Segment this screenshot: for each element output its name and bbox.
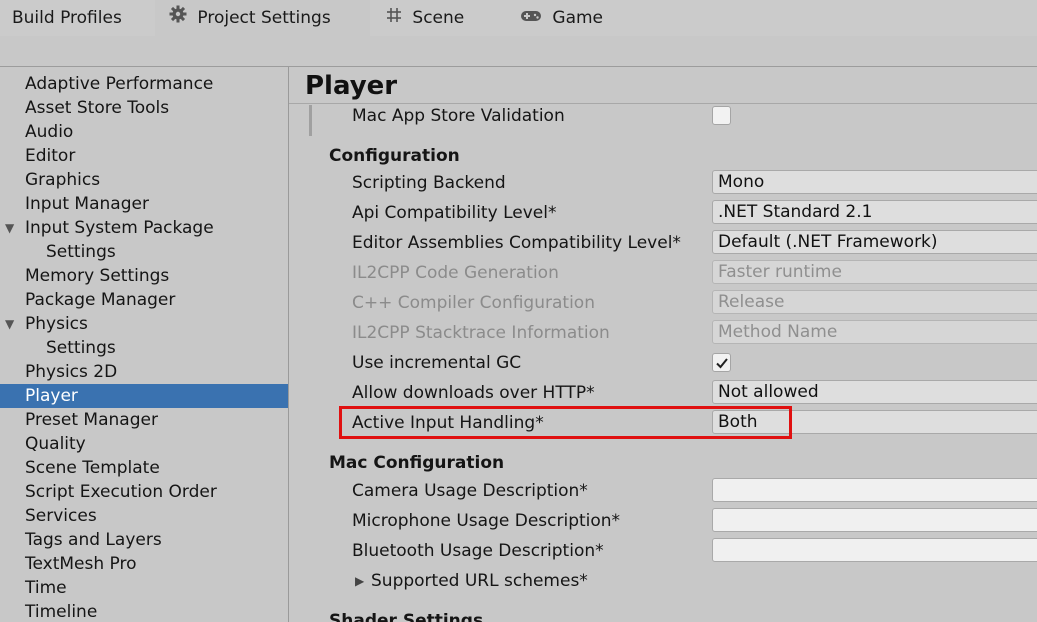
sidebar-item-services[interactable]: Services — [0, 504, 288, 528]
il2cpp-stacktrace-label: IL2CPP Stacktrace Information — [352, 323, 610, 343]
mac-app-store-validation-checkbox[interactable] — [712, 106, 731, 125]
foldout-expanded-icon[interactable]: ▼ — [5, 312, 14, 336]
cpp-compiler-configuration-label: C++ Compiler Configuration — [352, 293, 595, 313]
tab-bar: Build Profiles Project Settings Scene Ga… — [0, 0, 1037, 36]
sidebar-item-input-system-package[interactable]: ▼ Input System Package — [0, 216, 288, 240]
hash-icon — [386, 0, 402, 36]
il2cpp-stacktrace-dropdown: Method Name — [712, 320, 1037, 344]
gamepad-icon — [520, 0, 542, 36]
settings-sidebar: Adaptive Performance Asset Store Tools A… — [0, 67, 289, 622]
bluetooth-usage-label: Bluetooth Usage Description* — [352, 541, 604, 561]
api-compatibility-level-dropdown[interactable]: .NET Standard 2.1 — [712, 200, 1037, 224]
page-title: Player — [305, 71, 398, 101]
sidebar-item-preset-manager[interactable]: Preset Manager — [0, 408, 288, 432]
sidebar-item-scene-template[interactable]: Scene Template — [0, 456, 288, 480]
sidebar-item-label: Audio — [25, 122, 74, 142]
sidebar-item-textmesh-pro[interactable]: TextMesh Pro — [0, 552, 288, 576]
sidebar-item-label: Script Execution Order — [25, 482, 217, 502]
editor-assemblies-compatibility-label: Editor Assemblies Compatibility Level* — [352, 233, 681, 253]
sidebar-item-input-system-settings[interactable]: Settings — [0, 240, 288, 264]
sidebar-item-memory-settings[interactable]: Memory Settings — [0, 264, 288, 288]
sidebar-item-physics[interactable]: ▼ Physics — [0, 312, 288, 336]
sidebar-item-label: Settings — [46, 242, 116, 262]
bluetooth-usage-input[interactable] — [712, 538, 1037, 562]
toolbar — [0, 36, 1037, 67]
sidebar-item-adaptive-performance[interactable]: Adaptive Performance — [0, 72, 288, 96]
editor-assemblies-compatibility-dropdown[interactable]: Default (.NET Framework) — [712, 230, 1037, 254]
incremental-gc-label: Use incremental GC — [352, 353, 522, 373]
sidebar-item-label: Input System Package — [25, 218, 214, 238]
scripting-backend-label: Scripting Backend — [352, 173, 506, 193]
configuration-heading: Configuration — [329, 146, 460, 166]
microphone-usage-label: Microphone Usage Description* — [352, 511, 621, 531]
tab-label: Game — [552, 8, 604, 28]
il2cpp-code-generation-label: IL2CPP Code Generation — [352, 263, 559, 283]
sidebar-item-label: Input Manager — [25, 194, 149, 214]
sidebar-item-label: Physics — [25, 314, 88, 334]
sidebar-item-label: Package Manager — [25, 290, 176, 310]
sidebar-item-label: Preset Manager — [25, 410, 158, 430]
api-compatibility-level-label: Api Compatibility Level* — [352, 203, 557, 223]
sidebar-item-physics-2d[interactable]: Physics 2D — [0, 360, 288, 384]
tab-project-settings[interactable]: Project Settings — [155, 0, 370, 36]
sidebar-item-label: Time — [25, 578, 67, 598]
sidebar-item-label: Quality — [25, 434, 86, 454]
tab-label: Scene — [412, 8, 465, 28]
shader-settings-heading: Shader Settings — [329, 611, 484, 622]
sidebar-item-label: Tags and Layers — [25, 530, 162, 550]
sidebar-item-physics-settings[interactable]: Settings — [0, 336, 288, 360]
sidebar-item-label: Physics 2D — [25, 362, 118, 382]
sidebar-item-label: Settings — [46, 338, 116, 358]
allow-downloads-http-label: Allow downloads over HTTP* — [352, 383, 595, 403]
sidebar-item-label: Editor — [25, 146, 76, 166]
checkmark-icon — [716, 358, 728, 369]
highlight-box — [339, 406, 792, 439]
allow-downloads-http-dropdown[interactable]: Not allowed — [712, 380, 1037, 404]
tab-label: Project Settings — [197, 8, 331, 28]
supported-url-schemes-foldout[interactable]: Supported URL schemes* — [371, 569, 588, 593]
sidebar-item-label: Graphics — [25, 170, 101, 190]
tab-build-profiles[interactable]: Build Profiles — [12, 0, 122, 36]
sidebar-item-graphics[interactable]: Graphics — [0, 168, 288, 192]
il2cpp-code-generation-dropdown: Faster runtime — [712, 260, 1037, 284]
sidebar-item-asset-store-tools[interactable]: Asset Store Tools — [0, 96, 288, 120]
camera-usage-label: Camera Usage Description* — [352, 481, 588, 501]
foldout-expanded-icon[interactable]: ▼ — [5, 216, 14, 240]
sidebar-item-label: Adaptive Performance — [25, 74, 214, 94]
sidebar-item-label: Services — [25, 506, 97, 526]
tab-game[interactable]: Game — [520, 0, 603, 36]
sidebar-item-timeline[interactable]: Timeline — [0, 600, 288, 622]
sidebar-item-package-manager[interactable]: Package Manager — [0, 288, 288, 312]
sidebar-item-label: TextMesh Pro — [25, 554, 137, 574]
indent-guide — [309, 105, 312, 136]
camera-usage-input[interactable] — [712, 478, 1037, 502]
player-settings-panel: Player Mac App Store Validation Configur… — [289, 67, 1037, 622]
sidebar-item-quality[interactable]: Quality — [0, 432, 288, 456]
mac-configuration-heading: Mac Configuration — [329, 453, 505, 473]
incremental-gc-checkbox[interactable] — [712, 353, 731, 372]
tab-scene[interactable]: Scene — [386, 0, 464, 36]
sidebar-item-label: Player — [25, 386, 78, 406]
gear-icon — [169, 0, 187, 36]
tab-label: Build Profiles — [12, 8, 122, 28]
sidebar-item-script-execution-order[interactable]: Script Execution Order — [0, 480, 288, 504]
cpp-compiler-configuration-dropdown: Release — [712, 290, 1037, 314]
sidebar-item-label: Timeline — [25, 602, 98, 622]
scripting-backend-dropdown[interactable]: Mono — [712, 170, 1037, 194]
sidebar-item-audio[interactable]: Audio — [0, 120, 288, 144]
sidebar-item-label: Memory Settings — [25, 266, 170, 286]
sidebar-item-label: Asset Store Tools — [25, 98, 170, 118]
microphone-usage-input[interactable] — [712, 508, 1037, 532]
collapsed-arrow-icon[interactable]: ▶ — [355, 569, 364, 593]
sidebar-item-label: Scene Template — [25, 458, 160, 478]
sidebar-item-time[interactable]: Time — [0, 576, 288, 600]
sidebar-item-tags-and-layers[interactable]: Tags and Layers — [0, 528, 288, 552]
sidebar-item-player[interactable]: Player — [0, 384, 288, 408]
sidebar-item-editor[interactable]: Editor — [0, 144, 288, 168]
mac-app-store-validation-label: Mac App Store Validation — [352, 106, 565, 126]
sidebar-item-input-manager[interactable]: Input Manager — [0, 192, 288, 216]
